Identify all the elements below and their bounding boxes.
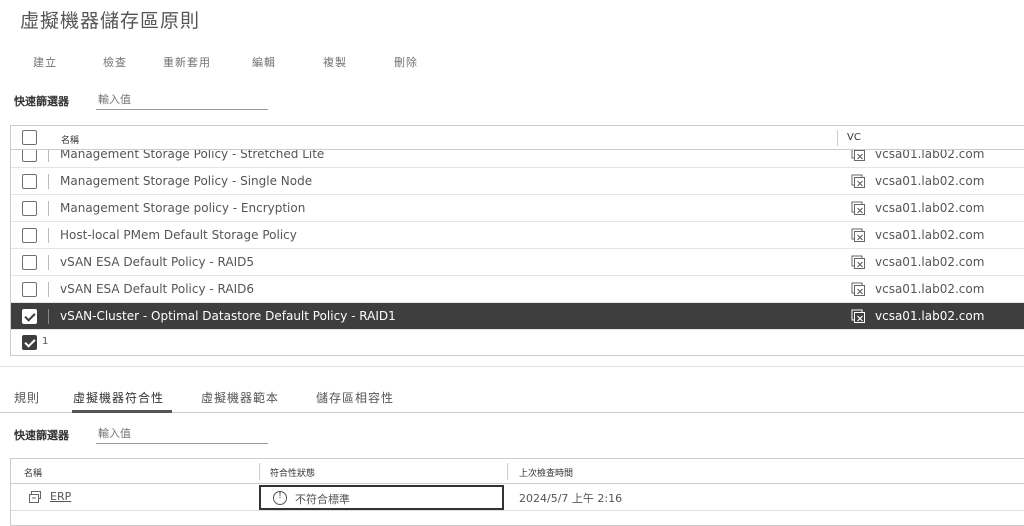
row-divider [48,201,49,216]
vcenter-name: vcsa01.lab02.com [875,228,985,242]
compliance-status-text: 不符合標準 [295,493,350,506]
table-row[interactable]: ERP 不符合標準 2024/5/7 上午 2:16 [11,484,1024,511]
table-row[interactable]: Host-local PMem Default Storage Policy vc… [11,222,1024,249]
tab-vm-compliance[interactable]: 虛擬機器符合性 [73,389,164,406]
row-checkbox[interactable] [22,228,37,243]
table-row[interactable]: Management Storage policy - Encryption vc… [11,195,1024,222]
last-checked-time: 2024/5/7 上午 2:16 [519,492,623,505]
row-divider [48,174,49,189]
policy-grid-header: 名稱 VC [11,126,1024,150]
vcenter-name: vcsa01.lab02.com [875,309,985,323]
selection-count: 1 [42,336,49,347]
compliance-status-cell[interactable]: 不符合標準 [259,485,504,510]
select-all-checkbox[interactable] [22,130,37,145]
column-header-last-checked[interactable]: 上次檢查時間 [519,466,573,479]
check-button[interactable]: 檢查 [103,54,127,70]
page-title: 虛擬機器儲存區原則 [20,10,201,32]
row-checkbox[interactable] [22,282,37,297]
policy-name: vSAN ESA Default Policy - RAID5 [60,255,254,269]
row-divider [48,255,49,270]
vcenter-server-icon [851,309,865,323]
row-checkbox[interactable] [22,201,37,216]
warning-icon [273,490,287,505]
detail-tabs: 規則 虛擬機器符合性 虛擬機器範本 儲存區相容性 [0,389,1024,413]
vcenter-name: vcsa01.lab02.com [875,255,985,269]
vcenter-server-icon [851,282,865,296]
compliance-grid: 名稱 符合性狀態 上次檢查時間 ERP 不符合標準 2024/5/7 上午 2:… [10,458,1024,526]
column-divider[interactable] [259,463,260,480]
toolbar: 建立 檢查 重新套用 編輯 複製 刪除 [0,54,520,74]
table-row[interactable]: vSAN ESA Default Policy - RAID5 vcsa01.la… [11,249,1024,276]
compliance-filter-label: 快速篩選器 [14,429,69,442]
column-divider[interactable] [837,130,838,146]
vcenter-name: vcsa01.lab02.com [875,174,985,188]
policy-name: vSAN-Cluster - Optimal Datastore Default… [60,309,396,323]
policy-name: Host-local PMem Default Storage Policy [60,228,297,242]
edit-button[interactable]: 編輯 [252,54,276,70]
policy-name: Management Storage policy - Encryption [60,201,306,215]
vcenter-server-icon [851,174,865,188]
vcenter-server-icon [851,228,865,242]
column-divider[interactable] [507,463,508,480]
column-header-vm-name[interactable]: 名稱 [24,466,42,479]
vcenter-name: vcsa01.lab02.com [875,201,985,215]
virtual-machine-icon [29,491,41,503]
reapply-button[interactable]: 重新套用 [163,54,211,70]
vm-name-link[interactable]: ERP [50,490,71,503]
delete-button[interactable]: 刪除 [394,54,418,70]
quick-filter: 快速篩選器 [14,90,274,110]
table-row[interactable]: vSAN ESA Default Policy - RAID6 vcsa01.la… [11,276,1024,303]
vcenter-server-icon [851,201,865,215]
active-tab-indicator [72,410,172,413]
compliance-filter-input[interactable] [96,424,268,444]
vcenter-name: vcsa01.lab02.com [875,282,985,296]
create-button[interactable]: 建立 [33,54,57,70]
column-header-name[interactable]: 名稱 [61,133,79,146]
row-checkbox[interactable] [22,309,37,324]
column-header-compliance-status[interactable]: 符合性狀態 [270,466,315,479]
quick-filter-input[interactable] [96,90,268,110]
quick-filter-label: 快速篩選器 [14,95,69,108]
compliance-quick-filter: 快速篩選器 [14,424,274,444]
row-checkbox[interactable] [22,255,37,270]
vcenter-server-icon [851,255,865,269]
compliance-grid-header: 名稱 符合性狀態 上次檢查時間 [11,459,1024,484]
clone-button[interactable]: 複製 [323,54,347,70]
policy-grid: Management Storage Policy - Stretched Li… [10,125,1024,356]
column-header-vc[interactable]: VC [847,132,861,143]
row-divider [48,282,49,297]
selection-count-checkbox[interactable] [22,335,37,350]
policy-name: Management Storage Policy - Single Node [60,174,313,188]
section-divider [0,366,1024,367]
row-divider [48,228,49,243]
table-row[interactable]: vSAN-Cluster - Optimal Datastore Default… [11,303,1024,330]
tab-storage-compatibility[interactable]: 儲存區相容性 [316,389,394,406]
table-row[interactable]: Management Storage Policy - Single Node v… [11,168,1024,195]
tab-rules[interactable]: 規則 [14,389,40,406]
policy-grid-footer: 1 [11,330,1024,355]
row-checkbox[interactable] [22,174,37,189]
policy-name: vSAN ESA Default Policy - RAID6 [60,282,254,296]
tab-vm-templates[interactable]: 虛擬機器範本 [201,389,279,406]
row-divider [48,309,49,324]
